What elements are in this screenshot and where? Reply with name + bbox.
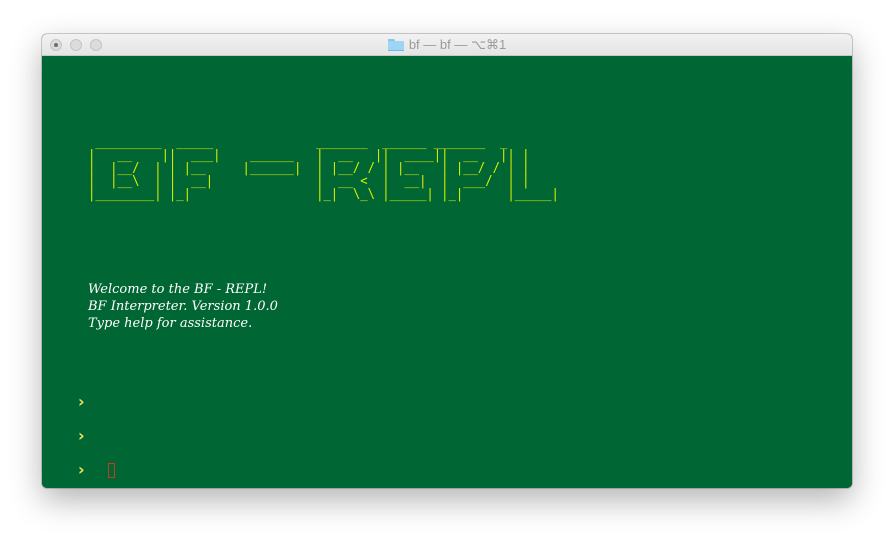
folder-icon [387, 39, 404, 51]
version-line: BF Interpreter. Version 1.0.0 [88, 299, 278, 314]
welcome-line: Welcome to the BF - REPL! [88, 282, 268, 297]
prompt-chevron-icon: › [78, 392, 85, 411]
prompt-line: › [78, 393, 85, 411]
terminal-window: bf — bf — ⌥⌘1 _________ _____ _______ __… [42, 34, 852, 488]
window-title: bf — bf — ⌥⌘1 [42, 34, 852, 56]
ascii-banner: _________ _____ _______ ______ _______ _… [88, 135, 559, 202]
title-bar[interactable]: bf — bf — ⌥⌘1 [42, 34, 852, 56]
prompt-chevron-icon: › [78, 426, 85, 445]
prompt-line: › [78, 427, 85, 445]
text-cursor[interactable] [107, 462, 115, 478]
help-line: Type help for assistance. [88, 316, 253, 331]
prompt-chevron-icon: › [78, 460, 85, 479]
window-title-text: bf — bf — ⌥⌘1 [408, 37, 507, 52]
active-prompt-line[interactable]: › [78, 461, 115, 479]
welcome-message: Welcome to the BF - REPL! BF Interpreter… [88, 281, 278, 332]
terminal-content[interactable]: _________ _____ _______ ______ _______ _… [42, 56, 852, 488]
